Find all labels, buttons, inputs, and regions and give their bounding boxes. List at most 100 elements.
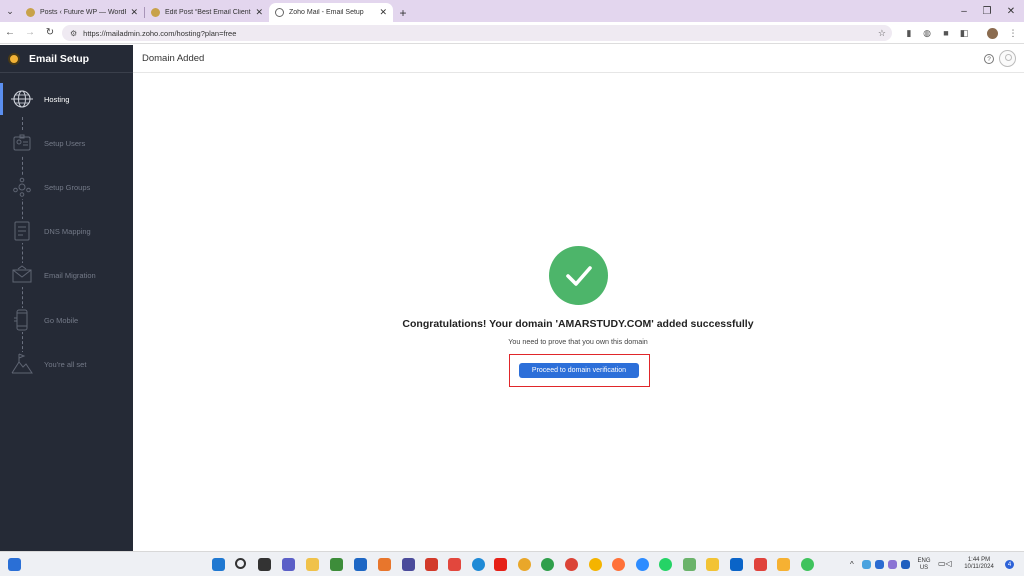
browser-menu-icon[interactable]: ⋮ (1006, 26, 1020, 40)
chrome-icon[interactable] (541, 558, 554, 571)
tab-title: Zoho Mail - Email Setup (289, 9, 364, 16)
edge-icon[interactable] (472, 558, 485, 571)
close-tab-icon[interactable]: ✕ (255, 7, 263, 18)
chat-icon[interactable] (282, 558, 295, 571)
user-card-icon (9, 131, 35, 155)
page-title: Domain Added (142, 53, 205, 64)
site-settings-icon[interactable]: ⚙ (70, 29, 77, 38)
app-icon[interactable] (378, 558, 391, 571)
sidebar-title: Email Setup (29, 52, 90, 65)
sidebar-item-label: You're all set (44, 359, 87, 369)
language-code: ENG (917, 558, 931, 564)
close-window-icon[interactable]: ✕ (997, 0, 1024, 22)
sidebar-item-label: Go Mobile (44, 315, 79, 325)
tab-title: Posts ‹ Future WP — WordPress (40, 9, 126, 16)
whatsapp-icon[interactable] (659, 558, 672, 571)
language-indicator[interactable]: ENG US (914, 558, 934, 572)
widgets-icon[interactable] (8, 558, 21, 571)
bookmark-star-icon[interactable]: ☆ (878, 28, 886, 39)
app-icon[interactable] (777, 558, 790, 571)
firefox-icon[interactable] (612, 558, 625, 571)
extensions-puzzle-icon[interactable]: ◧ (957, 26, 971, 40)
sidebar-item-label: Email Migration (44, 270, 96, 280)
tray-app-icon[interactable] (875, 560, 884, 569)
browser-tab-active[interactable]: Zoho Mail - Email Setup ✕ (269, 3, 393, 22)
back-icon[interactable]: ← (0, 22, 20, 44)
sidebar-item-hosting[interactable]: Hosting (0, 84, 133, 114)
sidebar-item-label: Hosting (44, 94, 70, 104)
groups-icon (9, 175, 35, 199)
chrome-icon[interactable] (589, 558, 602, 571)
notification-badge[interactable]: 4 (1005, 560, 1014, 569)
success-check-icon (549, 246, 608, 305)
dropbox-icon[interactable] (901, 560, 910, 569)
help-icon[interactable]: ? (984, 54, 994, 64)
clock[interactable]: 1:44 PM 10/11/2024 (963, 557, 995, 571)
success-message: Congratulations! Your domain 'AMARSTUDY.… (402, 318, 754, 330)
browser-tab-strip: ⌄ Posts ‹ Future WP — WordPress ✕ Edit P… (0, 0, 1024, 22)
sidebar: Email Setup Hosting Setup Users Setup Gr… (0, 45, 133, 551)
browser-tab[interactable]: Edit Post “Best Email Client For ✕ (145, 3, 269, 22)
browser-toolbar: ← → ↻ ⚙ https://mailadmin.zoho.com/hosti… (0, 22, 1024, 44)
zoho-favicon-icon (275, 8, 284, 17)
app-icon[interactable] (402, 558, 415, 571)
new-tab-icon[interactable]: + (393, 3, 413, 22)
youtube-icon[interactable] (494, 558, 507, 571)
dns-document-icon (9, 219, 35, 243)
main-header: Domain Added ? (133, 45, 1024, 73)
taskbar: ^ ENG US ▭◁ 1:44 PM 10/11/2024 4 (0, 551, 1024, 576)
profile-avatar-icon[interactable] (985, 26, 999, 40)
forward-icon[interactable]: → (20, 22, 40, 44)
app-icon[interactable] (330, 558, 343, 571)
sidebar-item-all-set[interactable]: You're all set (0, 349, 133, 379)
tray-app-icon[interactable] (862, 560, 871, 569)
wordpress-favicon-icon (151, 8, 160, 17)
address-bar[interactable]: ⚙ https://mailadmin.zoho.com/hosting?pla… (62, 25, 892, 41)
task-view-icon[interactable] (258, 558, 271, 571)
app-icon[interactable] (754, 558, 767, 571)
chrome-icon[interactable] (518, 558, 531, 571)
extension-icon[interactable]: ■ (939, 26, 953, 40)
filezilla-icon[interactable] (425, 558, 438, 571)
sidebar-item-label: Setup Groups (44, 182, 91, 192)
search-icon[interactable] (235, 558, 246, 569)
proceed-verification-button[interactable]: Proceed to domain verification (519, 363, 639, 378)
envelope-icon (9, 263, 35, 287)
sidebar-header: Email Setup (0, 45, 133, 73)
url-text: https://mailadmin.zoho.com/hosting?plan=… (83, 28, 237, 38)
network-volume-icon[interactable]: ▭◁ (938, 560, 952, 568)
tray-chevron-icon[interactable]: ^ (850, 561, 854, 569)
reload-icon[interactable]: ↻ (40, 22, 60, 44)
outlook-icon[interactable] (730, 558, 743, 571)
clock-date: 10/11/2024 (964, 564, 994, 570)
app-icon[interactable] (448, 558, 461, 571)
zoom-icon[interactable] (636, 558, 649, 571)
tray-app-icon[interactable] (888, 560, 897, 569)
wordpress-favicon-icon (26, 8, 35, 17)
sidebar-item-go-mobile[interactable]: Go Mobile (0, 305, 133, 335)
browser-tab[interactable]: Posts ‹ Future WP — WordPress ✕ (20, 3, 144, 22)
sidebar-item-setup-users[interactable]: Setup Users (0, 128, 133, 158)
extension-icon[interactable]: ▮ (902, 26, 916, 40)
flag-mountain-icon (9, 352, 35, 376)
chrome-icon[interactable] (565, 558, 578, 571)
start-icon[interactable] (212, 558, 225, 571)
close-tab-icon[interactable]: ✕ (379, 7, 387, 18)
avatar[interactable] (999, 50, 1016, 67)
ownership-note: You need to prove that you own this doma… (508, 337, 648, 346)
app-icon[interactable] (683, 558, 696, 571)
sidebar-item-email-migration[interactable]: Email Migration (0, 260, 133, 290)
sidebar-item-dns-mapping[interactable]: DNS Mapping (0, 216, 133, 246)
extension-icon[interactable]: ◍ (920, 26, 934, 40)
globe-icon (9, 87, 35, 111)
file-explorer-icon[interactable] (306, 558, 319, 571)
close-tab-icon[interactable]: ✕ (130, 7, 138, 18)
tab-search-icon[interactable]: ⌄ (0, 0, 20, 22)
clock-time: 1:44 PM (967, 557, 991, 563)
app-icon[interactable] (354, 558, 367, 571)
sidebar-item-label: Setup Users (44, 138, 86, 148)
sidebar-item-setup-groups[interactable]: Setup Groups (0, 172, 133, 202)
app-icon[interactable] (801, 558, 814, 571)
keyboard-region: US (919, 565, 929, 571)
folder-icon[interactable] (706, 558, 719, 571)
